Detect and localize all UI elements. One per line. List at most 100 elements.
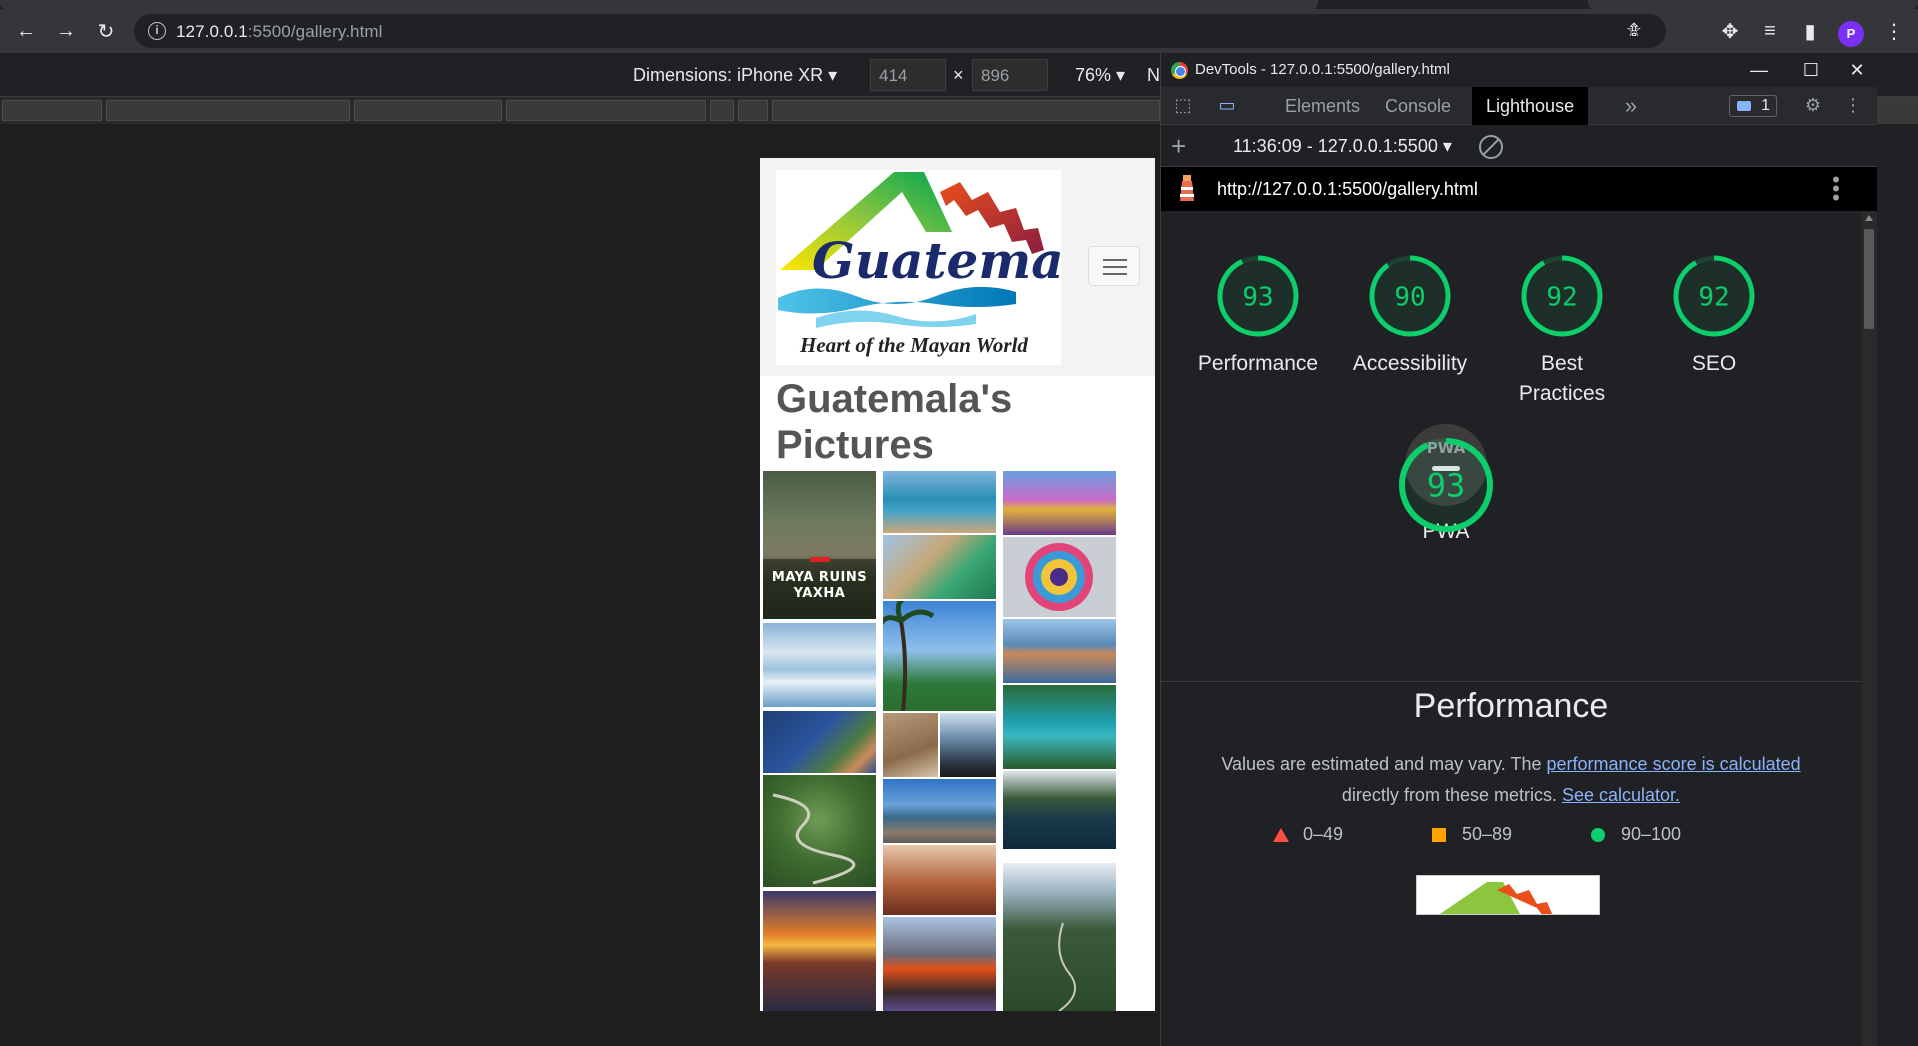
mq-segment[interactable] <box>710 100 734 121</box>
logo-tagline: Heart of the Mayan World <box>799 333 1028 357</box>
gallery-photo-beach-waves[interactable] <box>763 623 876 707</box>
see-calculator-link[interactable]: See calculator. <box>1562 785 1680 805</box>
report-selector[interactable]: 11:36:09 - 127.0.0.1:5500 ▾ <box>1233 136 1452 157</box>
close-icon[interactable]: ✕ <box>1837 57 1877 83</box>
performance-heading: Performance <box>1413 687 1609 725</box>
lighthouse-toolbar: + 11:36:09 - 127.0.0.1:5500 ▾ <box>1161 125 1877 167</box>
circle-icon <box>1591 828 1605 842</box>
performance-detail-gauge: 93 <box>1394 433 1498 537</box>
lighthouse-report: 93 Performance 90 Accessibility 92 Best Pract… <box>1161 211 1861 1046</box>
gallery-photo-maya-ruins[interactable]: MAYA RUINS YAXHA <box>763 471 876 619</box>
logo-word: Guatemala <box>812 231 1061 290</box>
gauge-performance[interactable]: 93 Performance <box>1188 253 1328 379</box>
gallery-photo-palm-lake[interactable] <box>883 601 996 711</box>
dimension-times: × <box>953 65 964 85</box>
gallery-photo-giant-kite[interactable] <box>1003 537 1116 617</box>
zoom-select[interactable]: 76% ▾ <box>1075 65 1125 86</box>
devtools-window: DevTools - 127.0.0.1:5500/gallery.html —… <box>1160 53 1877 1046</box>
gallery-photo-island-aerial[interactable] <box>763 711 876 773</box>
gauge-score: 93 <box>1427 467 1466 505</box>
gauge-accessibility[interactable]: 90 Accessibility <box>1340 253 1480 379</box>
dimensions-select[interactable]: Dimensions: iPhone XR ▾ <box>633 65 837 86</box>
media-query-ruler <box>0 97 1160 124</box>
tab-background <box>0 0 1318 9</box>
guatemala-logo[interactable]: Guatemala Heart of the Mayan World <box>776 170 1061 365</box>
gallery-photo-volcano-hiker[interactable] <box>883 845 996 915</box>
maximize-icon[interactable]: ☐ <box>1791 57 1831 83</box>
gallery-photo-climber[interactable] <box>940 713 996 777</box>
more-tabs-icon[interactable]: » <box>1619 93 1643 118</box>
report-scrollbar[interactable] <box>1861 211 1877 1046</box>
mq-segment[interactable] <box>772 100 1160 121</box>
gallery-photo-kite-festival[interactable] <box>1003 471 1116 535</box>
mq-segment[interactable] <box>106 100 350 121</box>
gallery-photo-volcano-cross[interactable] <box>883 779 996 843</box>
gallery-photo-winding-road[interactable] <box>763 775 876 887</box>
address-bar[interactable]: i 127.0.0.1:5500/gallery.html ⇪ ☆ <box>134 14 1666 48</box>
gauge-best-practices[interactable]: 92 Best Practices <box>1492 253 1632 409</box>
gallery-photo-flores-island[interactable] <box>1003 619 1116 683</box>
devtools-window-title: DevTools - 127.0.0.1:5500/gallery.html <box>1195 61 1450 78</box>
detail-gauge-svg: 93 <box>1399 438 1493 532</box>
mq-segment[interactable] <box>2 100 102 121</box>
gallery-photo-forest-road[interactable] <box>1003 863 1116 1011</box>
clear-reports-icon[interactable] <box>1479 135 1503 159</box>
gauge-label: Best Practices <box>1518 352 1606 405</box>
photo-caption: MAYA RUINS YAXHA <box>771 570 868 601</box>
forward-icon[interactable]: → <box>52 17 80 45</box>
mq-segment[interactable] <box>738 100 768 121</box>
gauge-score: 92 <box>1546 282 1577 312</box>
browser-toolbar: ← → ↻ i 127.0.0.1:5500/gallery.html ⇪ ☆ … <box>0 9 1918 53</box>
lighthouse-icon <box>1180 175 1194 201</box>
side-panel-icon[interactable]: ▮ <box>1796 17 1824 45</box>
height-input[interactable]: 896 <box>972 59 1048 91</box>
mq-segment[interactable] <box>354 100 502 121</box>
devtools-kebab-icon[interactable]: ⋮ <box>1841 95 1865 117</box>
tab-console[interactable]: Console <box>1371 87 1465 125</box>
gallery-photo-erupting-volcano[interactable] <box>883 917 996 1011</box>
legend-average: 50–89 <box>1432 824 1512 845</box>
square-icon <box>1432 828 1446 842</box>
gauge-score: 92 <box>1698 282 1729 312</box>
back-icon[interactable]: ← <box>12 17 40 45</box>
gallery-photo-monument[interactable] <box>883 535 996 599</box>
reading-list-icon[interactable]: ≡ <box>1756 17 1784 45</box>
report-url-bar: http://127.0.0.1:5500/gallery.html • • • <box>1161 167 1877 211</box>
device-toggle-icon[interactable]: ▭ <box>1215 95 1239 117</box>
score-calculated-link[interactable]: performance score is calculated <box>1547 754 1801 774</box>
mq-segment[interactable] <box>506 100 706 121</box>
gallery-photo-horse[interactable] <box>883 713 938 777</box>
tab-elements[interactable]: Elements <box>1271 87 1374 125</box>
minimize-icon[interactable]: — <box>1739 57 1779 83</box>
inspect-element-icon[interactable]: ⬚ <box>1171 95 1195 117</box>
bookmark-star-icon[interactable]: ☆ <box>1622 20 1646 42</box>
tab-lighthouse[interactable]: Lighthouse <box>1472 87 1589 125</box>
width-input[interactable]: 414 <box>870 59 946 91</box>
tab-background-right <box>1588 0 1918 9</box>
reload-icon[interactable]: ↻ <box>92 17 120 45</box>
gallery-photo-crater-lake[interactable] <box>1003 771 1116 849</box>
settings-gear-icon[interactable]: ⚙ <box>1801 95 1825 117</box>
hamburger-menu-button[interactable] <box>1088 246 1140 286</box>
section-divider <box>1161 681 1861 682</box>
emulated-page: Guatemala Heart of the Mayan World Guate… <box>760 158 1155 1011</box>
photo-gallery: MAYA RUINS YAXHA <box>763 471 1153 1011</box>
profile-avatar[interactable]: P <box>1838 21 1864 47</box>
report-menu-icon[interactable]: • • • <box>1831 169 1841 209</box>
gauge-seo[interactable]: 92 SEO <box>1644 253 1784 379</box>
issues-badge[interactable]: 1 <box>1729 95 1777 117</box>
menu-kebab-icon[interactable]: ⋮ <box>1880 17 1908 45</box>
scroll-up-icon[interactable] <box>1865 215 1873 221</box>
gallery-photo-lake-dock[interactable] <box>883 471 996 533</box>
throttle-select[interactable]: N <box>1147 65 1160 86</box>
gallery-photo-semuc-champey[interactable] <box>1003 685 1116 769</box>
new-report-icon[interactable]: + <box>1171 131 1186 162</box>
gallery-photo-sunset[interactable] <box>763 891 876 1011</box>
page-screenshot-thumbnail[interactable] <box>1416 875 1600 915</box>
legend-fail: 0–49 <box>1273 824 1343 845</box>
site-info-icon[interactable]: i <box>148 22 166 40</box>
scrollbar-thumb[interactable] <box>1864 229 1874 329</box>
report-url[interactable]: http://127.0.0.1:5500/gallery.html <box>1217 179 1478 200</box>
extensions-icon[interactable]: ✥ <box>1716 17 1744 45</box>
devtools-titlebar: DevTools - 127.0.0.1:5500/gallery.html —… <box>1161 53 1877 87</box>
